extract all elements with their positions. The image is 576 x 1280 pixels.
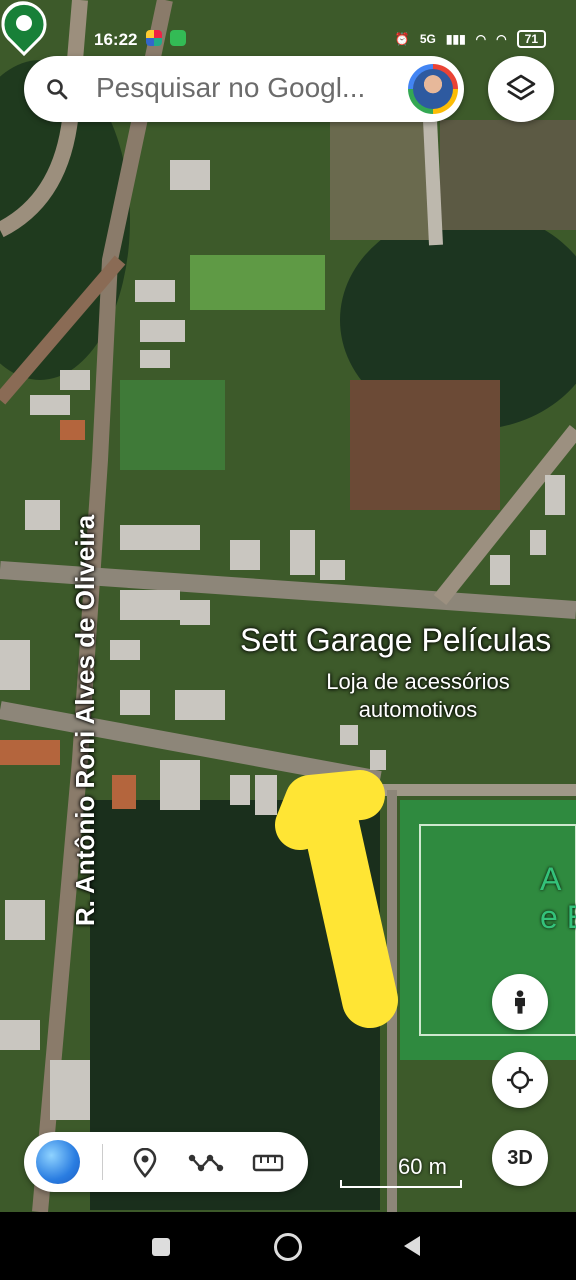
poi-title[interactable]: Sett Garage Películas	[240, 622, 551, 659]
signal-icon: ▮▮▮	[445, 32, 466, 46]
field	[120, 380, 225, 470]
notification-app-icon	[170, 30, 186, 46]
road	[423, 119, 443, 246]
scale-bar	[340, 1180, 462, 1188]
battery-level: 71	[516, 30, 546, 48]
home-button[interactable]	[274, 1233, 302, 1261]
search-bar[interactable]: Pesquisar no Googl...	[24, 56, 464, 122]
my-location-icon	[507, 1067, 533, 1093]
notification-app-icon	[146, 30, 162, 46]
system-nav-bar	[0, 1212, 576, 1280]
back-button[interactable]	[402, 1234, 422, 1258]
park-label[interactable]: A e E	[540, 860, 576, 936]
status-icons: ⏰ 5G ▮▮▮ ◠ ◠ 71	[395, 30, 546, 48]
pegman-icon	[515, 990, 525, 1014]
network-type: 5G	[419, 32, 436, 46]
park-label-line2: e E	[540, 899, 576, 935]
poi-category: Loja de acessórios automotivos	[304, 668, 532, 724]
toolbar-divider	[102, 1144, 103, 1180]
search-icon	[47, 79, 68, 100]
alarm-icon: ⏰	[394, 32, 410, 46]
satellite-map[interactable]: Sett Garage Películas Loja de acessórios…	[0, 0, 576, 1212]
my-location-button[interactable]	[492, 1052, 548, 1108]
poi-category-line1: Loja de acessórios	[326, 669, 510, 694]
search-input[interactable]: Pesquisar no Googl...	[96, 72, 365, 104]
layers-button[interactable]	[488, 56, 554, 122]
layers-icon	[506, 74, 536, 101]
wifi-icon: ◠	[475, 32, 487, 46]
bottom-toolbar	[24, 1132, 308, 1192]
3d-button[interactable]: 3D	[492, 1130, 548, 1186]
status-bar: 16:22 ⏰ 5G ▮▮▮ ◠ ◠ 71	[0, 24, 576, 58]
wifi-icon: ◠	[496, 32, 507, 46]
avatar[interactable]	[408, 64, 458, 114]
ruler-icon[interactable]	[252, 1152, 284, 1174]
annotation-hook	[275, 770, 385, 850]
earth-icon[interactable]	[36, 1140, 80, 1184]
field	[190, 255, 325, 310]
annotation-stroke	[302, 792, 398, 1028]
street-label: R. Antônio Roni Alves de Oliveira	[70, 514, 101, 927]
street-view-button[interactable]	[492, 974, 548, 1030]
scale-label: 60 m	[398, 1154, 447, 1179]
poi-category-line2: automotivos	[358, 697, 478, 722]
plowed-field	[350, 380, 500, 510]
lot	[440, 120, 576, 230]
status-time: 16:22	[94, 30, 138, 49]
lot	[330, 120, 430, 240]
location-pin-icon[interactable]	[132, 1148, 158, 1178]
recents-button[interactable]	[152, 1238, 170, 1256]
park-label-line1: A	[540, 861, 562, 897]
path-icon[interactable]	[188, 1150, 224, 1176]
